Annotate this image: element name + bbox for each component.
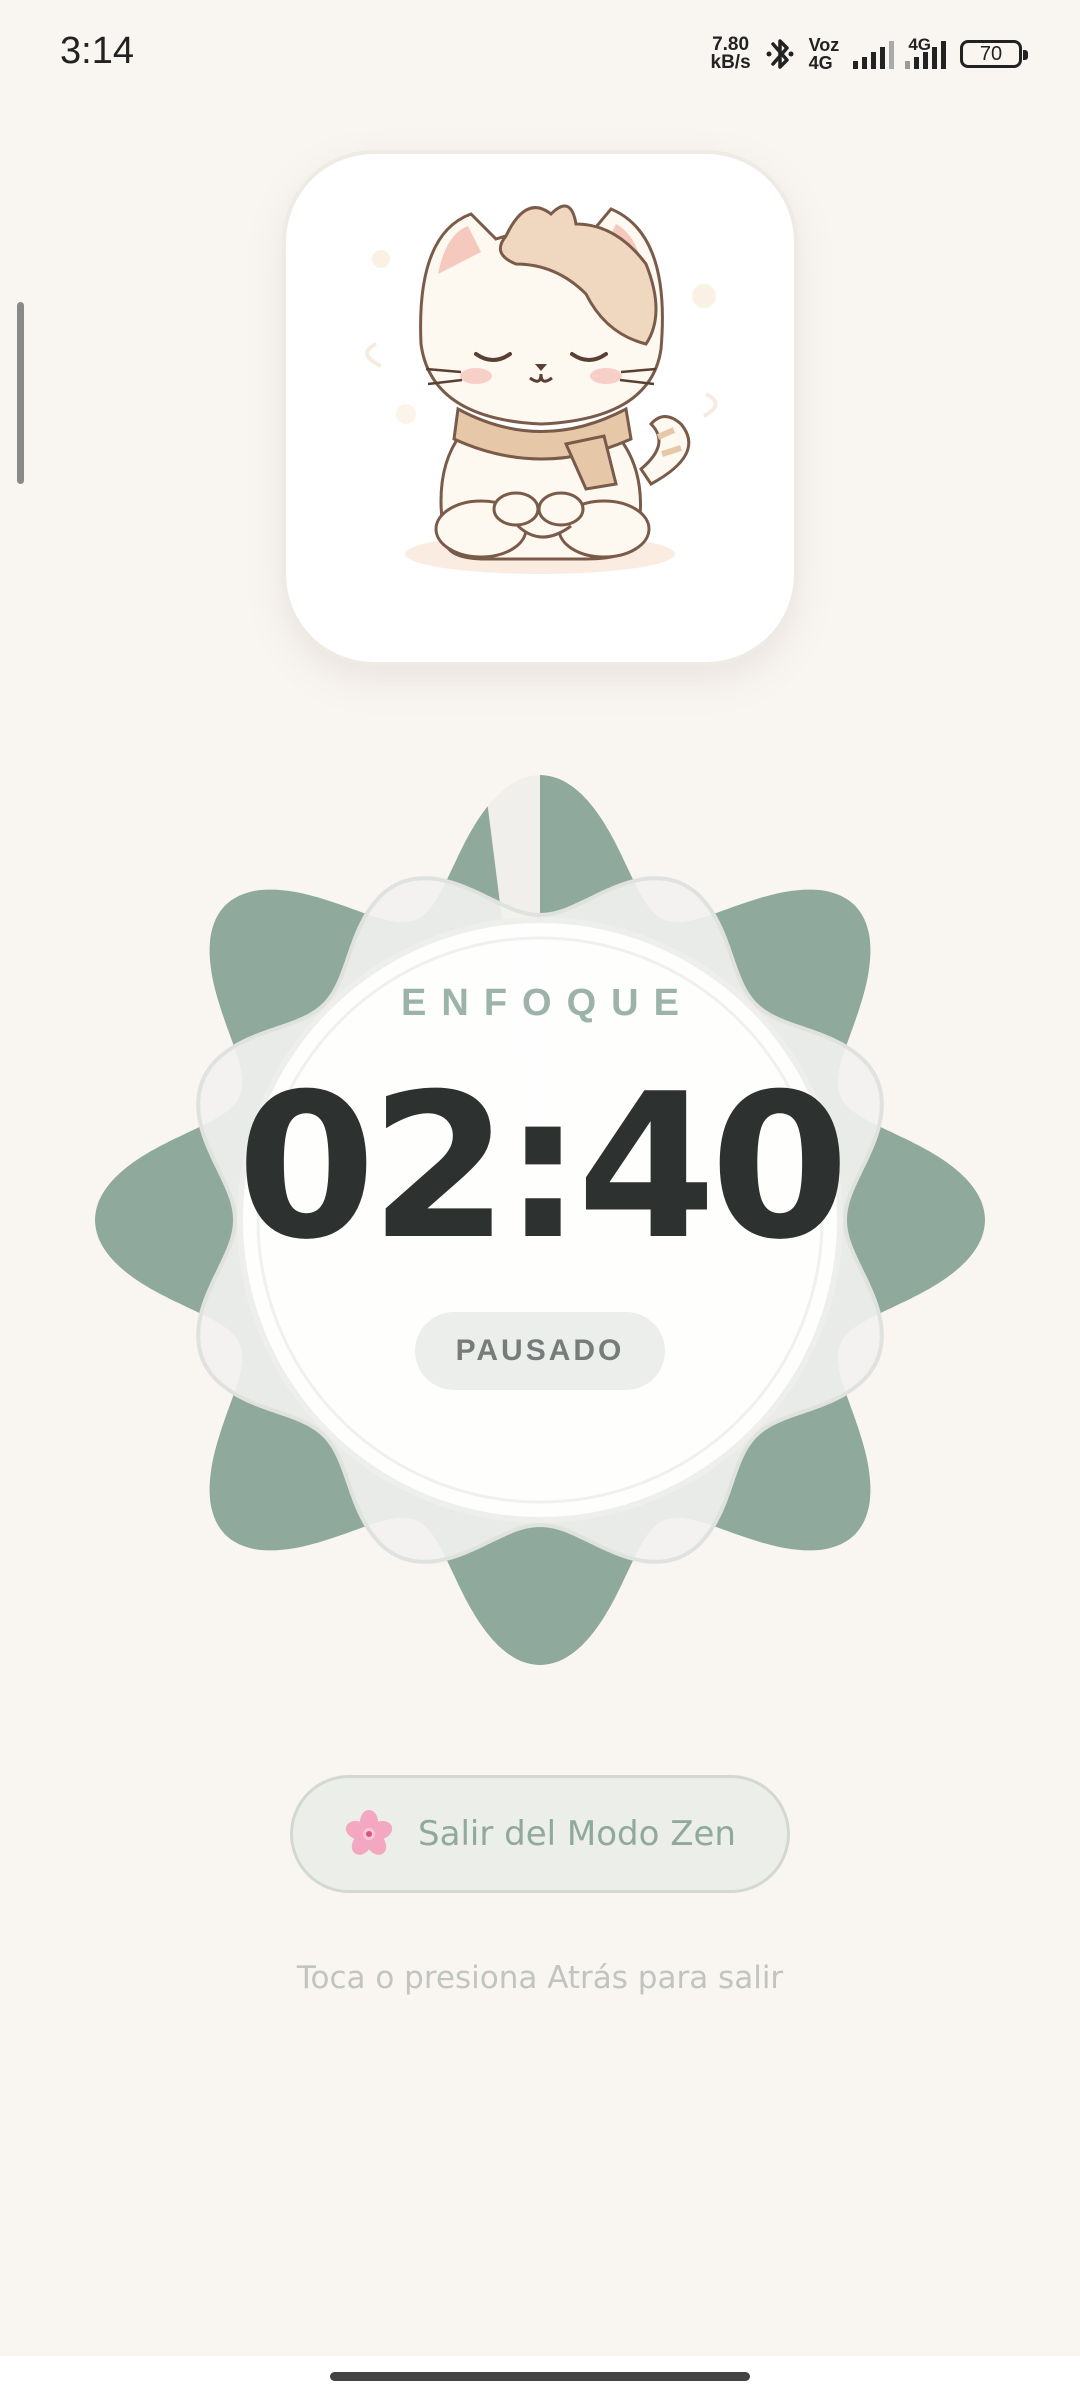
exit-hint: Toca o presiona Atrás para salir	[296, 1960, 784, 1996]
volte-indicator: Voz 4G	[809, 36, 840, 72]
signal-icon	[853, 39, 895, 69]
bluetooth-icon	[766, 39, 794, 69]
network-speed: 7.80 kB/s	[710, 35, 751, 73]
mascot-card	[282, 150, 798, 666]
scroll-indicator	[17, 302, 24, 484]
home-indicator[interactable]	[330, 2372, 750, 2381]
status-bar: 3:14 7.80 kB/s Voz 4G 4G 70	[0, 0, 1080, 110]
network-speed-unit: kB/s	[710, 52, 751, 73]
status-time: 3:14	[60, 30, 134, 72]
battery-icon: 70	[960, 40, 1028, 68]
exit-zen-mode-label: Salir del Modo Zen	[418, 1814, 736, 1854]
cherry-blossom-icon	[345, 1810, 393, 1855]
battery-level: 70	[979, 42, 1003, 65]
volte-label: Voz	[808, 35, 840, 55]
signal-icon: 4G	[905, 36, 946, 69]
sleeping-cat-mascot	[365, 204, 718, 574]
exit-zen-mode-button[interactable]: Salir del Modo Zen	[290, 1775, 790, 1893]
status-icons: 7.80 kB/s Voz 4G 4G 70	[710, 30, 1028, 78]
timer-mode-label: ENFOQUE	[401, 982, 694, 1024]
volte-network: 4G	[808, 53, 833, 73]
timer-countdown: 02:40	[236, 1051, 850, 1284]
timer-status-badge[interactable]: PAUSADO	[415, 1312, 665, 1390]
